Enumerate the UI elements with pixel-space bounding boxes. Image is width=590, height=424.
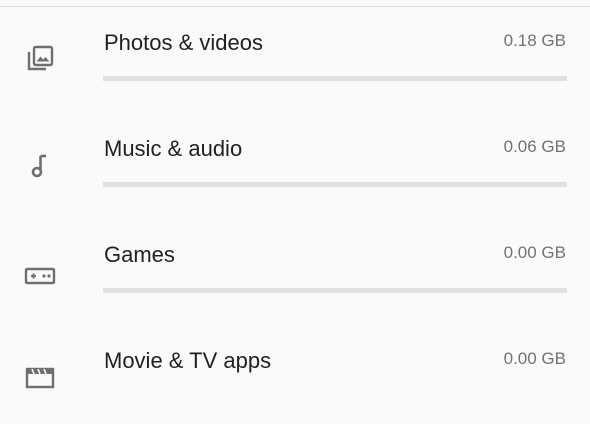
storage-usage-bar [103,288,567,293]
storage-item-music-audio[interactable]: Music & audio 0.06 GB [0,106,590,212]
storage-category-list: Photos & videos 0.18 GB Music & audio 0.… [0,0,590,389]
photo-library-icon [24,42,56,74]
movie-icon [24,360,56,392]
storage-item-size: 0.00 GB [503,243,566,262]
gamepad-icon [24,260,56,292]
storage-item-label: Photos & videos [104,30,263,55]
storage-item-label: Games [104,242,175,267]
storage-item-label: Music & audio [104,136,243,161]
storage-usage-bar [103,76,567,81]
storage-item-movie-tv-apps[interactable]: Movie & TV apps 0.00 GB [0,318,590,424]
storage-item-label: Movie & TV apps [104,348,272,373]
storage-item-size: 0.06 GB [503,137,566,156]
music-note-icon [24,150,56,182]
storage-item-games[interactable]: Games 0.00 GB [0,212,590,318]
storage-item-photos-videos[interactable]: Photos & videos 0.18 GB [0,0,590,106]
storage-item-size: 0.00 GB [503,349,566,368]
storage-item-size: 0.18 GB [503,31,566,50]
storage-usage-bar [103,182,567,187]
